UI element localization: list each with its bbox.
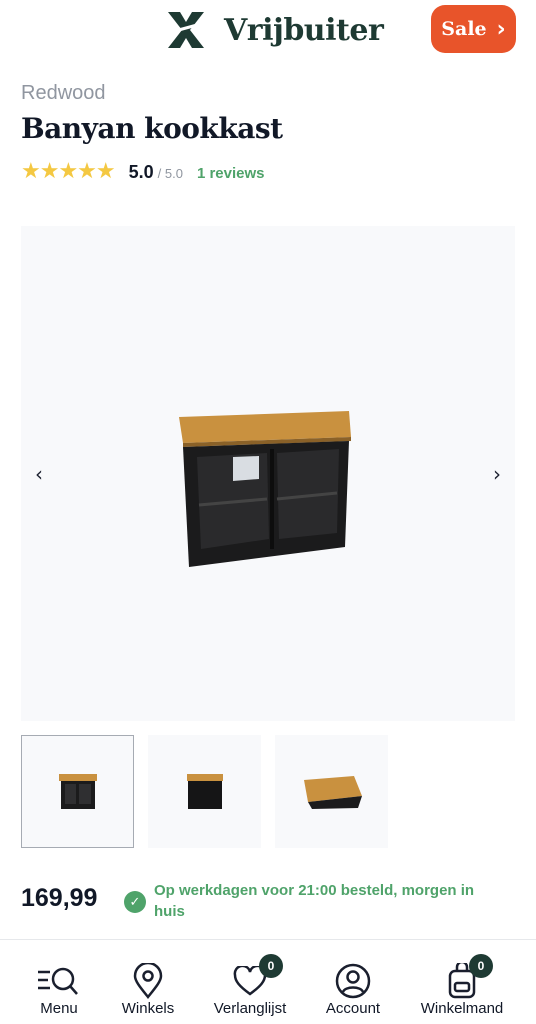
rating-out-of: / 5.0 (157, 166, 183, 181)
thumbnail-strip (21, 735, 388, 848)
thumbnail-image (58, 773, 97, 809)
sale-label: Sale (441, 18, 487, 40)
cart-count-badge: 0 (469, 954, 493, 978)
location-pin-icon (133, 963, 163, 999)
nav-label: Account (325, 1000, 381, 1017)
nav-item-winkels[interactable]: Winkels (114, 940, 182, 1024)
product-rating: ★★★★★ 5.0 / 5.0 1 reviews (21, 158, 265, 184)
user-circle-icon (335, 963, 371, 999)
sale-button[interactable]: Sale › (431, 5, 516, 53)
product-brand[interactable]: Redwood (21, 82, 106, 105)
delivery-text: Op werkdagen voor 21:00 besteld, morgen … (154, 882, 475, 920)
thumbnail-1[interactable] (21, 735, 134, 848)
gallery-next-button[interactable]: › (493, 462, 501, 486)
nav-item-account[interactable]: Account (319, 940, 387, 1024)
wishlist-count-badge: 0 (259, 954, 283, 978)
menu-search-icon (38, 967, 78, 995)
logo-text: Vrijbuiter (224, 12, 384, 48)
thumbnail-image (186, 773, 223, 809)
product-image (179, 411, 351, 567)
reviews-link[interactable]: 1 reviews (197, 165, 265, 182)
nav-item-verlanglijst[interactable]: 0 Verlanglijst (206, 940, 294, 1024)
product-title: Banyan kookkast (21, 112, 283, 145)
nav-label: Verlanglijst (213, 1000, 287, 1017)
header: Vrijbuiter Sale › (0, 0, 536, 66)
chevron-right-icon: › (496, 16, 506, 42)
nav-item-menu[interactable]: Menu (32, 940, 86, 1024)
gallery-prev-button[interactable]: ‹ (35, 462, 43, 486)
logo[interactable]: Vrijbuiter (162, 8, 384, 52)
thumbnail-3[interactable] (275, 735, 388, 848)
nav-item-winkelmand[interactable]: 0 Winkelmand (413, 940, 511, 1024)
rating-stars-icon: ★★★★★ (21, 158, 116, 183)
thumbnail-2[interactable] (148, 735, 261, 848)
nav-label: Winkelmand (420, 1000, 504, 1017)
nav-label: Winkels (121, 1000, 175, 1017)
check-icon: ✓ (124, 891, 146, 913)
nav-label: Menu (40, 1000, 78, 1017)
delivery-info: ✓ Op werkdagen voor 21:00 besteld, morge… (124, 880, 504, 922)
logo-icon (163, 12, 209, 48)
product-image-gallery[interactable]: ‹ › (21, 226, 515, 721)
rating-score: 5.0 (128, 162, 154, 182)
product-price: 169,99 (21, 884, 98, 912)
bottom-navigation: Menu Winkels 0 Verlanglijst Account 0 Wi… (0, 939, 536, 1024)
thumbnail-image (303, 775, 362, 809)
